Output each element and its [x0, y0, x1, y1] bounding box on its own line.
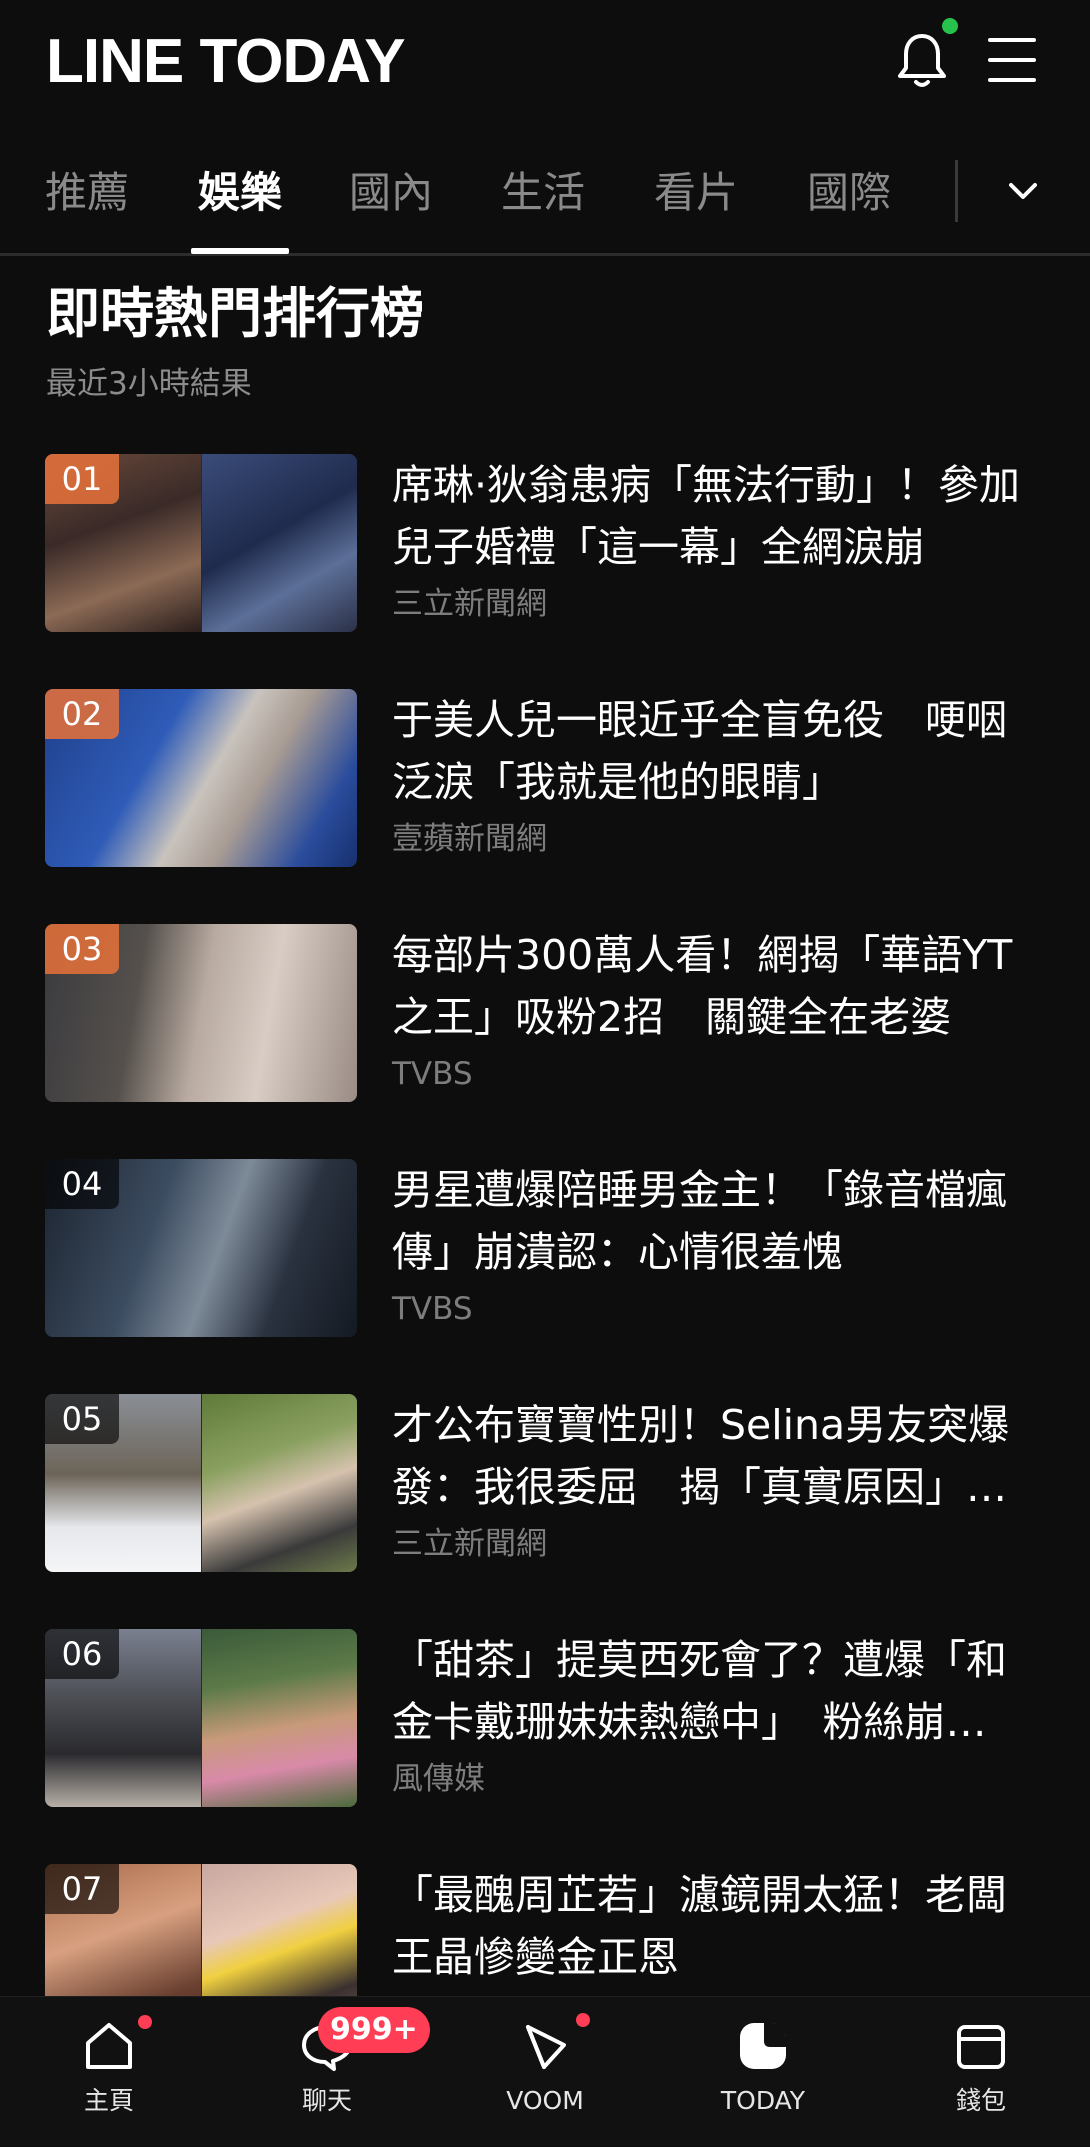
list-item[interactable]: 02 于美人兒一眼近乎全盲免役 哽咽泛淚「我就是他的眼睛」 壹蘋新聞網 — [0, 689, 1090, 871]
menu-button[interactable] — [982, 34, 1042, 86]
rank-badge: 03 — [45, 924, 119, 974]
tabs-divider — [955, 160, 958, 222]
category-tabs: 推薦 娛樂 國內 生活 看片 國際 — [0, 130, 1090, 256]
list-item[interactable]: 05 才公布寶寶性別！Selina男友突爆發：我很委屈 揭「真實原因」… 三立新… — [0, 1394, 1090, 1576]
rank-badge: 02 — [45, 689, 119, 739]
rank-badge: 01 — [45, 454, 119, 504]
article-headline: 席琳·狄翁患病「無法行動」！參加兒子婚禮「這一幕」全網淚崩 — [392, 461, 1021, 571]
tab-life[interactable]: 生活 — [500, 160, 586, 226]
rank-badge: 04 — [45, 1159, 119, 1209]
list-item[interactable]: 06 「甜茶」提莫西死會了？遭爆「和金卡戴珊妹妹熱戀中」 粉絲崩… 風傳媒 — [0, 1629, 1090, 1811]
article-source: TVBS — [392, 1056, 473, 1092]
rank-badge: 06 — [45, 1629, 119, 1679]
list-item[interactable]: 01 席琳·狄翁患病「無法行動」！參加兒子婚禮「這一幕」全網淚崩 三立新聞網 — [0, 454, 1090, 636]
wallet-icon — [957, 2025, 1005, 2069]
rank-badge: 05 — [45, 1394, 119, 1444]
active-tab-indicator — [191, 248, 289, 254]
list-item[interactable]: 04 男星遭爆陪睡男金主！「錄音檔瘋傳」崩潰認：心情很羞愧 TVBS — [0, 1159, 1090, 1341]
article-headline: 「最醜周芷若」濾鏡開太猛！老闆王晶慘變金正恩 — [392, 1871, 1007, 1981]
more-tabs-button[interactable] — [998, 166, 1048, 216]
article-headline: 才公布寶寶性別！Selina男友突爆發：我很委屈 揭「真實原因」… — [392, 1401, 1010, 1511]
article-headline: 男星遭爆陪睡男金主！「錄音檔瘋傳」崩潰認：心情很羞愧 — [392, 1166, 1007, 1276]
article-headline: 于美人兒一眼近乎全盲免役 哽咽泛淚「我就是他的眼睛」 — [392, 696, 1007, 806]
article-source: TVBS — [392, 1291, 473, 1327]
nav-label: 聊天 — [301, 2086, 352, 2115]
notification-dot — [942, 18, 958, 34]
home-icon — [86, 2023, 132, 2069]
list-item[interactable]: 03 每部片300萬人看！網揭「華語YT之王」吸粉2招 關鍵全在老婆 TVBS — [0, 924, 1090, 1106]
nav-home[interactable]: 主頁 — [0, 1997, 218, 2147]
rank-badge: 07 — [45, 1864, 119, 1914]
nav-chat[interactable]: 999+ 聊天 — [218, 1997, 436, 2147]
nav-label: TODAY — [720, 2086, 806, 2115]
home-alert-dot — [138, 2015, 152, 2029]
article-source: 壹蘋新聞網 — [392, 821, 547, 857]
nav-label: VOOM — [506, 2086, 584, 2115]
article-source: 風傳媒 — [392, 1761, 485, 1797]
ranking-title: 即時熱門排行榜 — [46, 282, 424, 345]
article-headline: 「甜茶」提莫西死會了？遭爆「和金卡戴珊妹妹熱戀中」 粉絲崩… — [392, 1636, 1007, 1746]
tab-entertainment[interactable]: 娛樂 — [196, 160, 284, 226]
ranking-subtitle: 最近3小時結果 — [46, 366, 252, 402]
article-source: 三立新聞網 — [392, 1526, 547, 1562]
tab-international[interactable]: 國際 — [806, 160, 892, 226]
notification-button[interactable] — [890, 28, 954, 92]
voom-icon — [526, 2025, 566, 2069]
app-header: LINE TODAY — [0, 0, 1090, 130]
chevron-down-icon — [1009, 183, 1037, 199]
today-icon — [740, 2023, 786, 2069]
hamburger-menu-icon — [988, 38, 1036, 82]
nav-today[interactable]: TODAY — [654, 1997, 872, 2147]
nav-wallet[interactable]: 錢包 — [872, 1997, 1090, 2147]
article-source: 三立新聞網 — [392, 586, 547, 622]
article-headline: 每部片300萬人看！網揭「華語YT之王」吸粉2招 關鍵全在老婆 — [392, 931, 1013, 1041]
nav-label: 錢包 — [955, 2086, 1006, 2115]
chat-unread-badge: 999+ — [318, 2007, 430, 2053]
nav-voom[interactable]: VOOM — [436, 1997, 654, 2147]
tab-domestic[interactable]: 國內 — [348, 160, 434, 226]
bottom-navigation: 主頁 999+ 聊天 VOOM TODAY 錢包 — [0, 1996, 1090, 2146]
voom-alert-dot — [576, 2013, 590, 2027]
tab-videos[interactable]: 看片 — [653, 160, 739, 226]
nav-label: 主頁 — [83, 2086, 134, 2115]
bell-icon — [898, 34, 946, 87]
line-today-logo[interactable]: LINE TODAY — [46, 24, 406, 100]
tab-recommended[interactable]: 推薦 — [44, 160, 130, 226]
